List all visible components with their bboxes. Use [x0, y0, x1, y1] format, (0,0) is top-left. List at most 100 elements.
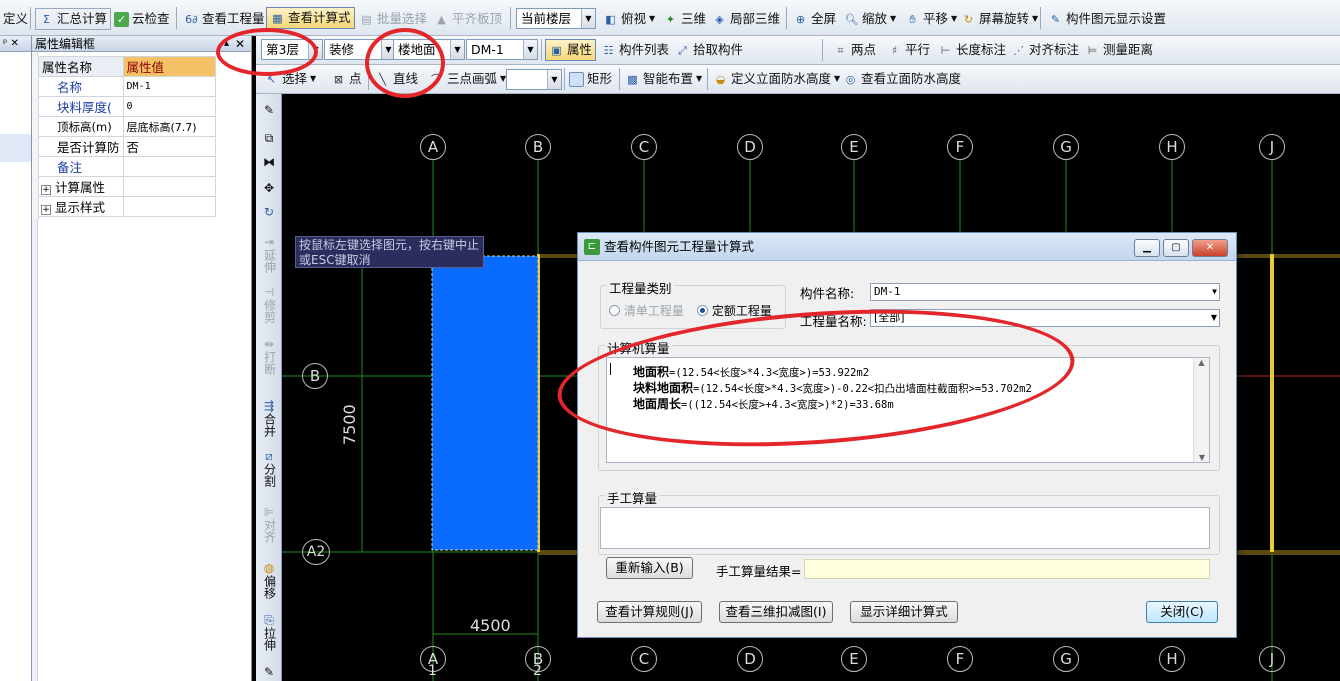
prop-row-top-elevation[interactable]: 顶标高(m) 层底标高(7.7)	[38, 116, 217, 137]
close-icon[interactable]: ✕	[235, 36, 245, 52]
component-name-select[interactable]: DM-1 ▼	[870, 283, 1220, 301]
view-rules-button[interactable]: 查看计算规则(J)	[597, 601, 702, 623]
copy-icon[interactable]: ⧉	[258, 132, 280, 145]
minimize-button[interactable]: ▁	[1134, 239, 1160, 257]
nav-selected-item[interactable]	[0, 134, 31, 162]
prop-row-calc-attrs[interactable]: + 计算属性	[38, 176, 217, 197]
manual-result-field[interactable]	[804, 559, 1210, 579]
display-settings-button[interactable]: ✎ 构件图元显示设置	[1045, 8, 1169, 30]
floor-select[interactable]: 当前楼层 ▼	[516, 8, 596, 29]
scroll-down-icon[interactable]: ▼	[1194, 453, 1210, 462]
point-icon: ⊠	[333, 72, 344, 86]
parallel-button[interactable]: ♯ 平行	[884, 39, 933, 61]
pick-component-button[interactable]: ⤢ 拾取构件	[672, 39, 746, 61]
split-button[interactable]: ⧄ 分割	[258, 449, 280, 488]
screen-rotate-button[interactable]: ↻ 屏幕旋转 ▼	[958, 8, 1041, 30]
pin-icon[interactable]: ▴	[224, 36, 229, 52]
expand-icon[interactable]: +	[41, 205, 51, 215]
fullscreen-button[interactable]: ⊕ 全屏	[790, 8, 839, 30]
rectangle-button[interactable]: 矩形	[566, 68, 615, 90]
prop-row-remark[interactable]: 备注	[38, 156, 217, 177]
arc-option-select[interactable]: ▼	[506, 69, 562, 90]
component-list-button[interactable]: ☷ 构件列表	[598, 39, 672, 61]
length-dim-button[interactable]: ⊢ 长度标注	[935, 39, 1009, 61]
break-button[interactable]: ⇹ 打断	[258, 338, 280, 376]
cloud-check-icon: ✓	[114, 11, 129, 27]
mirror-icon[interactable]: ⧓	[258, 156, 280, 169]
smart-layout-button[interactable]: ▩ 智能布置 ▼	[622, 68, 705, 90]
reinput-button[interactable]: 重新输入(B)	[606, 557, 693, 579]
pan-button[interactable]: ✋︎ 平移 ▼	[902, 8, 960, 30]
radio-list-quantity[interactable]: 清单工程量	[609, 302, 684, 319]
top-view-button[interactable]: ◧ 俯视 ▼	[600, 8, 658, 30]
rotate-icon[interactable]: ↻	[258, 206, 280, 219]
axis-bubble: A	[420, 134, 446, 160]
summary-calc-button[interactable]: Σ 汇总计算	[35, 8, 112, 30]
align-button[interactable]: ⊫ 对齐	[258, 506, 280, 544]
align-dim-button[interactable]: ⋰ 对齐标注	[1008, 39, 1082, 61]
zoom-button[interactable]: 🔍︎ 缩放 ▼	[841, 8, 899, 30]
three-point-arc-button[interactable]: ⌒ 三点画弧 ▼	[426, 68, 509, 90]
manual-calc-input[interactable]	[600, 507, 1210, 549]
batch-select-button[interactable]: ▤ 批量选择	[356, 8, 430, 30]
main-toolbar: 定义 Σ 汇总计算 ✓ 云检查 6∂ 查看工程量 ▦ 查看计算式 ▤ 批量选择 ▲ 平齐板顶…	[0, 0, 1340, 36]
select-button[interactable]: ↖ 选择 ▼	[261, 68, 319, 90]
axis-bubble: E	[841, 134, 867, 160]
trim-button[interactable]: ⊣ 修剪	[258, 286, 280, 324]
extend-button[interactable]: ⇥ 延伸	[258, 236, 280, 274]
quantity-name-select[interactable]: [全部] ▼	[870, 309, 1220, 327]
3d-button[interactable]: ✦ 三维	[660, 8, 709, 30]
offset-button[interactable]: ◍ 偏移	[258, 562, 280, 600]
view-3d-deduction-button[interactable]: 查看三维扣减图(I)	[719, 601, 833, 623]
axis-bubble: J	[1259, 134, 1285, 160]
scroll-up-icon[interactable]: ▲	[1194, 358, 1209, 367]
point-button[interactable]: ⊠ 点	[328, 68, 365, 90]
pencil-icon[interactable]: ✎	[258, 666, 280, 679]
prop-row-name[interactable]: 名称 DM-1	[38, 76, 217, 97]
close-window-button[interactable]: ✕	[1192, 239, 1228, 257]
property-grid: 属性名称 属性值 名称 DM-1 块料厚度( 0 顶标高(m) 层底标高(7.7…	[38, 56, 217, 217]
stretch-button[interactable]: ⎘ 拉伸	[258, 614, 280, 652]
two-point-button[interactable]: ⌗ 两点	[830, 39, 879, 61]
align-slab-top-button[interactable]: ▲ 平齐板顶	[431, 8, 505, 30]
local-3d-button[interactable]: ◈ 局部三维	[709, 8, 783, 30]
view-quantity-button[interactable]: 6∂ 查看工程量	[181, 8, 268, 30]
view-waterproof-height-button[interactable]: ◎ 查看立面防水高度	[840, 68, 964, 90]
view-formula-button[interactable]: ▦ 查看计算式	[266, 7, 355, 29]
type-select[interactable]: 楼地面 ▼	[393, 39, 465, 60]
merge-button[interactable]: ⇶ 合并	[258, 399, 280, 438]
line-button[interactable]: ╲ 直线	[372, 68, 421, 90]
axis-number: 1	[428, 663, 437, 679]
3d-icon: ✦	[665, 12, 676, 26]
prop-row-thickness[interactable]: 块料厚度( 0	[38, 96, 217, 117]
property-panel-title: 属性编辑框 ▴ ✕	[32, 36, 251, 52]
expand-icon[interactable]: +	[41, 185, 51, 195]
category-select[interactable]: 装修 ▼	[324, 39, 396, 60]
cloud-check-button[interactable]: ✓ 云检查	[111, 8, 173, 30]
maximize-button[interactable]: ▢	[1163, 239, 1189, 257]
dialog-titlebar[interactable]: ⊏ 查看构件图元工程量计算式 ▁ ▢ ✕	[578, 233, 1236, 261]
close-button[interactable]: 关闭(C)	[1146, 601, 1218, 623]
chevron-down-icon: ▼	[547, 70, 561, 89]
component-select[interactable]: DM-1 ▼	[466, 39, 538, 60]
define-waterproof-height-button[interactable]: ◒ 定义立面防水高度 ▼	[710, 68, 843, 90]
show-detail-formula-button[interactable]: 显示详细计算式	[850, 601, 958, 623]
split-icon: ⧄	[265, 449, 273, 463]
properties-button[interactable]: ▣ 属性	[545, 39, 597, 61]
pan-icon: ✋︎	[909, 12, 916, 26]
prop-row-waterproof[interactable]: 是否计算防 否	[38, 136, 217, 157]
display-settings-icon: ✎	[1050, 12, 1061, 26]
move-icon[interactable]: ✥	[258, 182, 280, 195]
floor-level-select[interactable]: 第3层 ▼	[261, 39, 323, 60]
merge-icon: ⇶	[263, 399, 275, 413]
dimension-label-vertical: 7500	[340, 404, 359, 445]
define-button[interactable]: 定义	[0, 8, 31, 30]
canvas-tooltip: 按鼠标左键选择图元，按右键中止或ESC键取消	[295, 236, 484, 268]
measure-distance-button[interactable]: ⊨ 测量距离	[1082, 39, 1156, 61]
vertical-scrollbar[interactable]: ▲ ▼	[1193, 358, 1209, 462]
prop-row-display-style[interactable]: + 显示样式	[38, 196, 217, 217]
formula-textarea[interactable]: 地面积=(12.54<长度>*4.3<宽度>)=53.922m2 块料地面积=(…	[606, 357, 1210, 463]
radio-quota-quantity[interactable]: 定额工程量	[697, 302, 772, 319]
brush-icon[interactable]: ✎	[258, 104, 280, 117]
axis-bubble: A2	[302, 539, 330, 565]
